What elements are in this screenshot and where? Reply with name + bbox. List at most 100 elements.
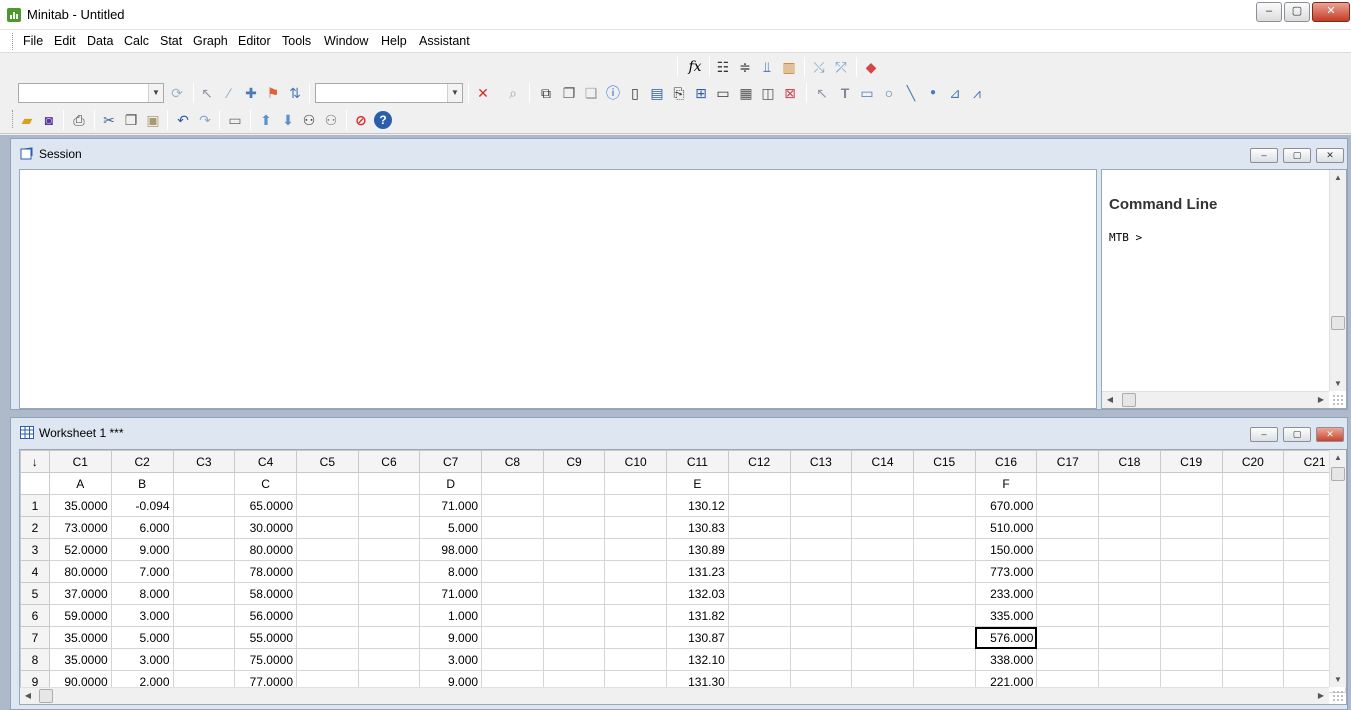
data-cell[interactable] [481, 538, 544, 561]
data-cell[interactable] [542, 604, 606, 627]
ws-scroll-right-icon[interactable]: ▶ [1313, 691, 1329, 700]
info-icon[interactable]: ⓘ [604, 84, 622, 102]
data-cell[interactable]: 65.0000 [234, 494, 298, 517]
data-cell[interactable] [789, 626, 853, 649]
data-cell[interactable] [789, 604, 853, 627]
column-name-cell[interactable] [172, 472, 236, 495]
eraser-icon[interactable]: ◆ [862, 58, 880, 76]
data-cell[interactable] [481, 626, 544, 649]
data-cell[interactable]: 3.000 [419, 648, 483, 671]
column-name-cell[interactable]: C [234, 472, 298, 495]
scatter-brush-icon[interactable]: ⤱ [832, 58, 850, 76]
data-cell[interactable]: 576.000 [974, 626, 1038, 649]
data-cell[interactable] [1036, 626, 1100, 649]
data-cell[interactable]: 75.0000 [234, 648, 298, 671]
data-cell[interactable] [1221, 626, 1285, 649]
data-cell[interactable] [1221, 648, 1285, 671]
data-cell[interactable] [1098, 604, 1161, 627]
column-header[interactable]: C13 [789, 450, 853, 473]
table-icon[interactable]: ▦ [737, 84, 755, 102]
column-name-cell[interactable] [1221, 472, 1285, 495]
print-icon[interactable]: ⎙ [70, 111, 88, 129]
data-cell[interactable]: 80.0000 [234, 538, 298, 561]
data-cell[interactable] [604, 516, 668, 539]
close-button[interactable]: ✕ [1312, 2, 1350, 22]
data-cell[interactable] [789, 494, 853, 517]
data-cell[interactable]: 335.000 [974, 604, 1038, 627]
data-cell[interactable] [851, 604, 914, 627]
polygon-tool-icon[interactable]: ⩘ [968, 84, 986, 102]
data-cell[interactable] [1098, 560, 1161, 583]
data-cell[interactable] [604, 538, 668, 561]
data-cell[interactable] [296, 604, 359, 627]
data-cell[interactable] [789, 516, 853, 539]
data-cell[interactable] [727, 604, 791, 627]
data-cell[interactable]: -0.094 [110, 494, 174, 517]
menu-help[interactable]: Help [381, 34, 407, 48]
vscroll-thumb[interactable] [1331, 316, 1345, 330]
data-cell[interactable]: 338.000 [974, 648, 1038, 671]
scroll-left-icon[interactable]: ◀ [1102, 395, 1118, 404]
delete-x-icon[interactable]: ✕ [474, 84, 492, 102]
data-cell[interactable] [296, 494, 359, 517]
column-name-cell[interactable] [727, 472, 791, 495]
column-name-cell[interactable]: D [419, 472, 483, 495]
menu-data[interactable]: Data [87, 34, 113, 48]
data-cell[interactable] [357, 516, 421, 539]
zoom-icon[interactable]: ⌕ [504, 84, 522, 102]
column-name-cell[interactable] [357, 472, 421, 495]
data-cell[interactable] [851, 648, 914, 671]
data-cell[interactable] [1036, 538, 1100, 561]
data-cell[interactable] [1159, 494, 1223, 517]
data-cell[interactable] [789, 582, 853, 605]
data-cell[interactable] [1036, 516, 1100, 539]
column-header[interactable]: C7 [419, 450, 483, 473]
worksheet-close-button[interactable]: ✕ [1316, 427, 1344, 442]
cancel-icon[interactable]: ⊘ [352, 111, 370, 129]
menu-window[interactable]: Window [324, 34, 368, 48]
data-cell[interactable] [604, 648, 668, 671]
data-cell[interactable] [357, 626, 421, 649]
column-header[interactable]: C11 [666, 450, 729, 473]
find-icon[interactable]: ⚇ [300, 111, 318, 129]
row-header[interactable]: 8 [20, 648, 50, 671]
data-cell[interactable]: 73.0000 [48, 516, 112, 539]
scroll-up-icon[interactable]: ▲ [1330, 173, 1346, 182]
column-name-cell[interactable] [1098, 472, 1161, 495]
data-cell[interactable] [481, 516, 544, 539]
data-cell[interactable] [1159, 604, 1223, 627]
data-cell[interactable] [851, 560, 914, 583]
swap-icon[interactable]: ⇅ [286, 84, 304, 102]
data-cell[interactable]: 98.000 [419, 538, 483, 561]
data-cell[interactable] [851, 516, 914, 539]
data-cell[interactable] [912, 560, 976, 583]
boxplot-icon[interactable]: ⫫ [758, 58, 776, 76]
data-cell[interactable] [1098, 538, 1161, 561]
data-cell[interactable] [1159, 560, 1223, 583]
data-cell[interactable]: 35.0000 [48, 626, 112, 649]
worksheet-hscrollbar[interactable]: ◀ ▶ [20, 687, 1329, 704]
data-cell[interactable] [542, 560, 606, 583]
data-cell[interactable] [172, 604, 236, 627]
data-cell[interactable] [1221, 494, 1285, 517]
data-cell[interactable] [296, 560, 359, 583]
row-down-icon[interactable]: ⬇ [279, 111, 297, 129]
data-cell[interactable] [912, 648, 976, 671]
data-cell[interactable]: 130.87 [666, 626, 729, 649]
worksheet-grid[interactable]: ↓ C1 C2 C3 C4 C5 C6 C7 C8 C9 C10 C11 C12 C13 C14 C15 C16… [19, 449, 1347, 705]
column-header[interactable]: C14 [851, 450, 914, 473]
data-cell[interactable] [172, 538, 236, 561]
data-cell[interactable] [912, 516, 976, 539]
column-name-cell[interactable] [1159, 472, 1223, 495]
worksheet-minimize-button[interactable]: – [1250, 427, 1278, 442]
column-name-cell[interactable]: A [48, 472, 112, 495]
data-cell[interactable] [789, 538, 853, 561]
notepad-icon[interactable]: ▤ [648, 84, 666, 102]
tile-windows-icon[interactable]: ❏ [582, 84, 600, 102]
data-cell[interactable]: 56.0000 [234, 604, 298, 627]
data-cell[interactable]: 130.83 [666, 516, 729, 539]
data-cell[interactable] [1036, 648, 1100, 671]
data-cell[interactable] [357, 494, 421, 517]
data-cell[interactable] [481, 582, 544, 605]
data-cell[interactable] [542, 494, 606, 517]
